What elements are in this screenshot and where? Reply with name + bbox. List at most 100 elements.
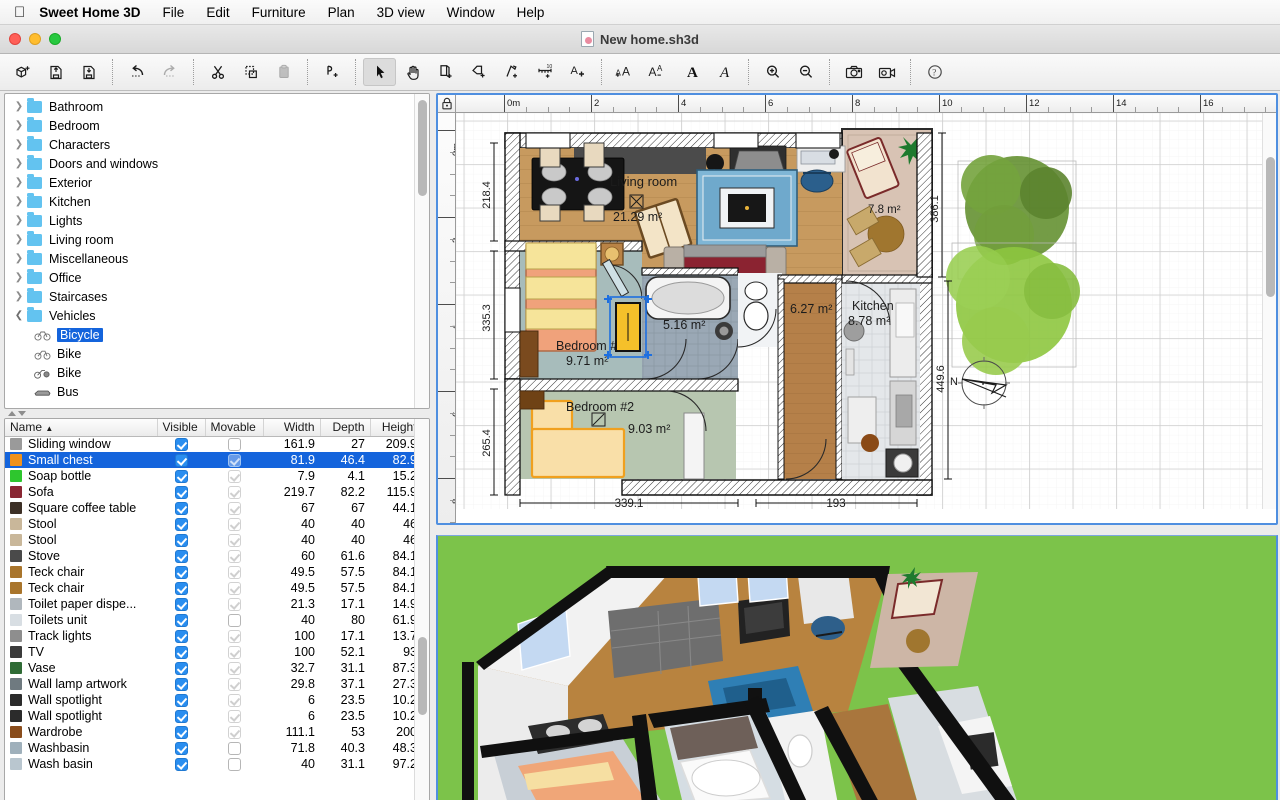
cell-movable[interactable]: [205, 436, 263, 452]
cell-visible[interactable]: [157, 756, 205, 772]
cell-movable[interactable]: [205, 660, 263, 676]
cell-movable[interactable]: [205, 612, 263, 628]
table-row[interactable]: Teck chair 49.5 57.5 84.1: [5, 564, 414, 580]
chevron-right-icon[interactable]: ❯: [11, 139, 27, 150]
visible-checkbox[interactable]: [174, 726, 188, 740]
movable-checkbox[interactable]: [227, 662, 241, 676]
table-row[interactable]: Toilets unit 40 80 61.9: [5, 612, 414, 628]
visible-checkbox[interactable]: [174, 758, 188, 772]
menu-item-window[interactable]: Window: [447, 5, 495, 20]
cell-movable[interactable]: [205, 516, 263, 532]
visible-checkbox[interactable]: [174, 518, 188, 532]
movable-checkbox[interactable]: [227, 726, 241, 740]
cell-visible[interactable]: [157, 612, 205, 628]
chevron-right-icon[interactable]: ❯: [11, 272, 27, 283]
cell-visible[interactable]: [157, 516, 205, 532]
furniture-list-table[interactable]: Name ▲ Visible Movable Width Depth Heigh…: [4, 418, 430, 800]
cell-visible[interactable]: [157, 708, 205, 724]
table-row[interactable]: Stove 60 61.6 84.1: [5, 548, 414, 564]
visible-checkbox[interactable]: [174, 646, 188, 660]
tree-category-doors-and-windows[interactable]: ❯ Doors and windows: [5, 154, 414, 173]
tree-category-office[interactable]: ❯ Office: [5, 268, 414, 287]
decrease-text-size-icon[interactable]: A A: [642, 58, 675, 86]
tree-category-vehicles[interactable]: ❮ Vehicles: [5, 306, 414, 325]
menu-app-name[interactable]: Sweet Home 3D: [39, 5, 140, 20]
movable-checkbox[interactable]: [227, 438, 241, 452]
column-header-visible[interactable]: Visible: [157, 419, 206, 437]
cell-movable[interactable]: [205, 692, 263, 708]
chevron-down-icon[interactable]: ❮: [11, 310, 27, 321]
cell-visible[interactable]: [157, 484, 205, 500]
tree-category-miscellaneous[interactable]: ❯ Miscellaneous: [5, 249, 414, 268]
three-d-scroll-arrows[interactable]: [440, 536, 443, 540]
tree-category-staircases[interactable]: ❯ Staircases: [5, 287, 414, 306]
cell-visible[interactable]: [157, 580, 205, 596]
cell-movable[interactable]: [205, 484, 263, 500]
menu-item-furniture[interactable]: Furniture: [252, 5, 306, 20]
cell-visible[interactable]: [157, 532, 205, 548]
cell-movable[interactable]: [205, 596, 263, 612]
save-home-icon[interactable]: [72, 58, 105, 86]
cell-movable[interactable]: [205, 532, 263, 548]
add-text-icon[interactable]: A: [561, 58, 594, 86]
tree-category-exterior[interactable]: ❯ Exterior: [5, 173, 414, 192]
apple-logo-icon[interactable]: : [14, 5, 25, 20]
plan-view[interactable]: 0m246810121416 0m2468: [436, 93, 1278, 525]
menu-item-edit[interactable]: Edit: [206, 5, 229, 20]
movable-checkbox[interactable]: [227, 486, 241, 500]
tree-item-bus[interactable]: Bus: [5, 382, 414, 401]
movable-checkbox[interactable]: [227, 566, 241, 580]
chevron-right-icon[interactable]: ❯: [11, 234, 27, 245]
cell-movable[interactable]: [205, 756, 263, 772]
chevron-right-icon[interactable]: ❯: [11, 253, 27, 264]
cell-movable[interactable]: [205, 676, 263, 692]
visible-checkbox[interactable]: [174, 566, 188, 580]
table-row[interactable]: Stool 40 40 46: [5, 532, 414, 548]
movable-checkbox[interactable]: [227, 502, 241, 516]
table-row[interactable]: Sofa 219.7 82.2 115.9: [5, 484, 414, 500]
question-mark-icon[interactable]: ?: [918, 58, 951, 86]
visible-checkbox[interactable]: [174, 630, 188, 644]
close-window-button[interactable]: [9, 33, 21, 45]
cell-movable[interactable]: [205, 564, 263, 580]
visible-checkbox[interactable]: [174, 662, 188, 676]
visible-checkbox[interactable]: [174, 550, 188, 564]
chevron-right-icon[interactable]: ❯: [11, 291, 27, 302]
table-row[interactable]: Wardrobe 111.1 53 200: [5, 724, 414, 740]
video-camera-icon[interactable]: [870, 58, 903, 86]
visible-checkbox[interactable]: [174, 678, 188, 692]
cell-visible[interactable]: [157, 564, 205, 580]
splitter-down-arrow-icon[interactable]: [18, 411, 26, 416]
table-row[interactable]: Washbasin 71.8 40.3 48.3: [5, 740, 414, 756]
furniture-catalog-tree[interactable]: ❯ Bathroom ❯ Bedroom ❯ Characters ❯ Door…: [4, 93, 430, 409]
hand-icon[interactable]: [396, 58, 429, 86]
movable-checkbox[interactable]: [227, 710, 241, 724]
visible-checkbox[interactable]: [174, 502, 188, 516]
visible-checkbox[interactable]: [174, 742, 188, 756]
chevron-right-icon[interactable]: ❯: [11, 101, 27, 112]
increase-text-size-icon[interactable]: A A: [609, 58, 642, 86]
open-home-icon[interactable]: [39, 58, 72, 86]
visible-checkbox[interactable]: [174, 486, 188, 500]
italic-icon[interactable]: A: [708, 58, 741, 86]
undo-arrow-icon[interactable]: [120, 58, 153, 86]
cell-movable[interactable]: [205, 724, 263, 740]
cell-visible[interactable]: [157, 436, 205, 452]
visible-checkbox[interactable]: [174, 438, 188, 452]
chevron-right-icon[interactable]: ❯: [11, 158, 27, 169]
plan-vertical-scrollbar[interactable]: [1262, 113, 1276, 509]
visible-checkbox[interactable]: [174, 470, 188, 484]
add-furniture-icon[interactable]: [315, 58, 348, 86]
left-pane-splitter[interactable]: [4, 409, 430, 418]
visible-checkbox[interactable]: [174, 598, 188, 612]
column-header-depth[interactable]: Depth: [320, 419, 371, 437]
cell-movable[interactable]: [205, 580, 263, 596]
camera-icon[interactable]: [837, 58, 870, 86]
copy-icon[interactable]: [234, 58, 267, 86]
cell-movable[interactable]: [205, 740, 263, 756]
table-row[interactable]: Track lights 100 17.1 13.7: [5, 628, 414, 644]
movable-checkbox[interactable]: [227, 742, 241, 756]
column-header-width[interactable]: Width: [263, 419, 321, 437]
table-row[interactable]: Wall lamp artwork 29.8 37.1 27.3: [5, 676, 414, 692]
zoom-in-icon[interactable]: [756, 58, 789, 86]
